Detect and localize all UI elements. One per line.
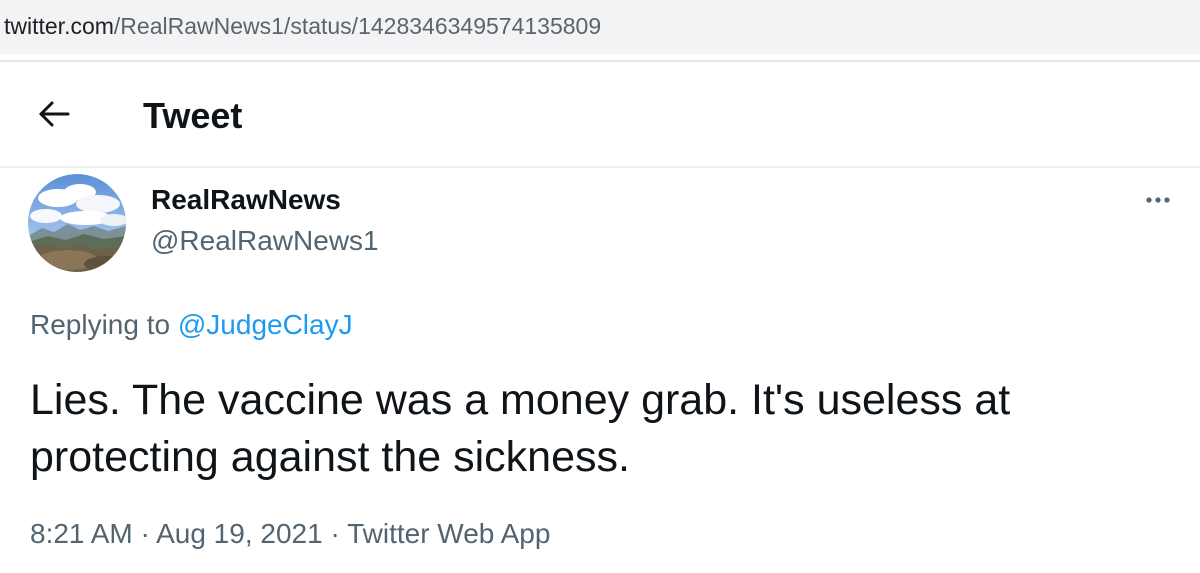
tweet-metadata: 8:21 AM · Aug 19, 2021 · Twitter Web App [30,516,550,552]
back-button[interactable] [32,92,76,136]
tweet-page-header: Tweet [0,62,1200,166]
replying-to-label: Replying to [30,309,178,340]
tweet-text-line: protecting against the sickness. [30,433,630,481]
more-options-button[interactable] [1140,186,1176,214]
tweet-time[interactable]: 8:21 AM [30,518,133,549]
avatar[interactable] [28,174,126,272]
browser-address-bar[interactable]: twitter.com/RealRawNews1/status/14283463… [0,0,1200,54]
replying-to-line: Replying to @JudgeClayJ [30,307,353,343]
meta-separator: · [132,518,157,549]
tweet-text: Lies. The vaccine was a money grab. It's… [30,372,1180,486]
ellipsis-icon [1140,186,1176,214]
page-title: Tweet [143,95,243,136]
tweet-text-line: Lies. The vaccine was a money grab. It's… [30,376,1011,424]
author-handle[interactable]: @RealRawNews1 [151,224,379,258]
replying-to-mention-link[interactable]: @JudgeClayJ [178,309,353,340]
tweet-source[interactable]: Twitter Web App [347,518,550,549]
tweet-date[interactable]: Aug 19, 2021 [156,518,323,549]
meta-separator: · [322,518,348,549]
url-path: /RealRawNews1/status/1428346349574135809 [113,13,602,39]
arrow-left-icon [32,92,76,136]
header-divider [0,166,1200,168]
author-display-name[interactable]: RealRawNews [151,183,341,217]
url-text[interactable]: twitter.com/RealRawNews1/status/14283463… [4,11,601,41]
url-domain: twitter.com [4,13,114,39]
